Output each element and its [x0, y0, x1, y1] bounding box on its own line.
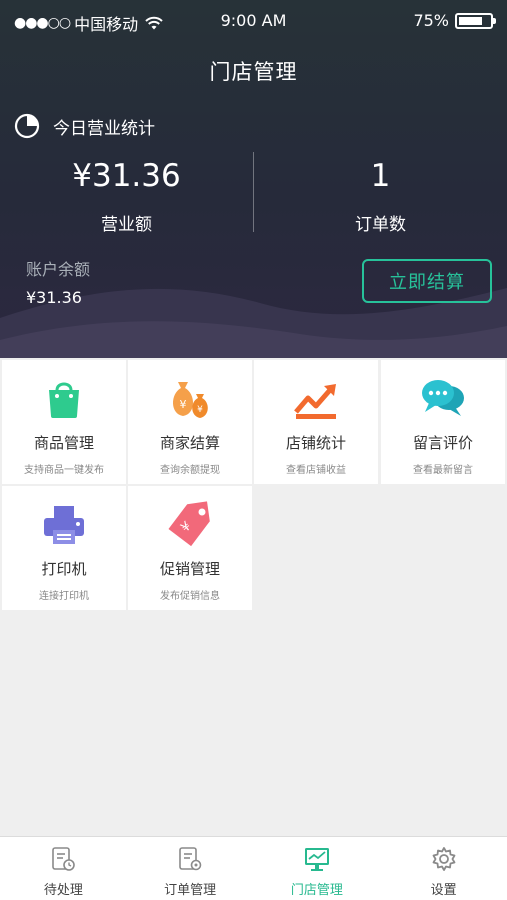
orders-stat: 1 订单数: [254, 156, 507, 235]
tile-subtitle: 查询余额提现: [160, 465, 220, 476]
today-stats-title: 今日营业统计: [53, 118, 155, 139]
bottom-tab-bar: 待处理 订单管理 门店管理 设置: [0, 836, 507, 900]
orders-value: 1: [370, 158, 391, 194]
money-bag-icon: ¥ ¥: [166, 374, 214, 422]
pending-doc-icon: [52, 847, 76, 871]
store-monitor-icon: [304, 848, 329, 871]
tab-label: 门店管理: [290, 883, 343, 898]
chat-bubbles-icon: [419, 374, 467, 422]
tab-label: 待处理: [43, 883, 83, 898]
gear-icon: [432, 847, 456, 871]
svg-text:¥: ¥: [180, 398, 187, 411]
tile-subtitle: 支持商品一键发布: [24, 465, 104, 476]
tile-title: 打印机: [41, 560, 87, 578]
revenue-stat: ¥31.36 营业额: [0, 156, 253, 235]
tile-title: 商家结算: [159, 434, 220, 452]
battery-percent: 75%: [413, 11, 449, 30]
tile-subtitle: 查看店铺收益: [286, 465, 346, 476]
tile-store-statistics[interactable]: 店铺统计 查看店铺收益: [254, 360, 378, 484]
balance-value: ¥31.36: [26, 288, 82, 307]
tile-product-management[interactable]: 商品管理 支持商品一键发布: [2, 360, 126, 484]
tile-message-reviews[interactable]: 留言评价 查看最新留言: [381, 360, 505, 484]
tab-store-management[interactable]: 门店管理: [254, 837, 381, 900]
tile-merchant-settlement[interactable]: ¥ ¥ 商家结算 查询余额提现: [128, 360, 252, 484]
tile-title: 店铺统计: [285, 434, 346, 452]
revenue-label: 营业额: [101, 215, 152, 235]
status-bar: ●●●○○ 中国移动 9:00 AM 75%: [0, 0, 507, 44]
balance-label: 账户余额: [26, 260, 91, 279]
tab-label: 订单管理: [164, 883, 217, 898]
tab-pending[interactable]: 待处理: [0, 837, 127, 900]
tile-title: 商品管理: [33, 434, 94, 452]
tile-promotion-management[interactable]: ¥ 促销管理 发布促销信息: [128, 486, 252, 610]
tile-title: 留言评价: [412, 434, 473, 452]
shopping-bag-icon: [40, 374, 88, 422]
price-tag-icon: ¥: [166, 500, 214, 548]
printer-icon: [40, 500, 88, 548]
trend-chart-icon: [292, 374, 340, 422]
dashboard-header: ●●●○○ 中国移动 9:00 AM 75% 门店管理 今日营业统计 ¥31.3…: [0, 0, 507, 358]
orders-label: 订单数: [355, 215, 406, 235]
order-doc-icon: [179, 847, 202, 871]
revenue-value: ¥31.36: [72, 158, 181, 194]
settle-now-button[interactable]: 立即结算: [362, 259, 492, 303]
tile-printer[interactable]: 打印机 连接打印机: [2, 486, 126, 610]
tab-settings[interactable]: 设置: [380, 837, 507, 900]
svg-text:¥: ¥: [197, 405, 203, 415]
tile-subtitle: 发布促销信息: [160, 591, 220, 602]
battery-icon: [455, 12, 496, 29]
tab-label: 设置: [430, 883, 457, 898]
tab-order-management[interactable]: 订单管理: [127, 837, 254, 900]
page-title: 门店管理: [209, 60, 298, 84]
today-stats-heading: 今日营业统计: [14, 113, 155, 139]
tile-subtitle: 查看最新留言: [413, 465, 473, 476]
tile-subtitle: 连接打印机: [39, 591, 89, 602]
tile-title: 促销管理: [159, 560, 220, 578]
pie-chart-icon: [14, 113, 40, 139]
